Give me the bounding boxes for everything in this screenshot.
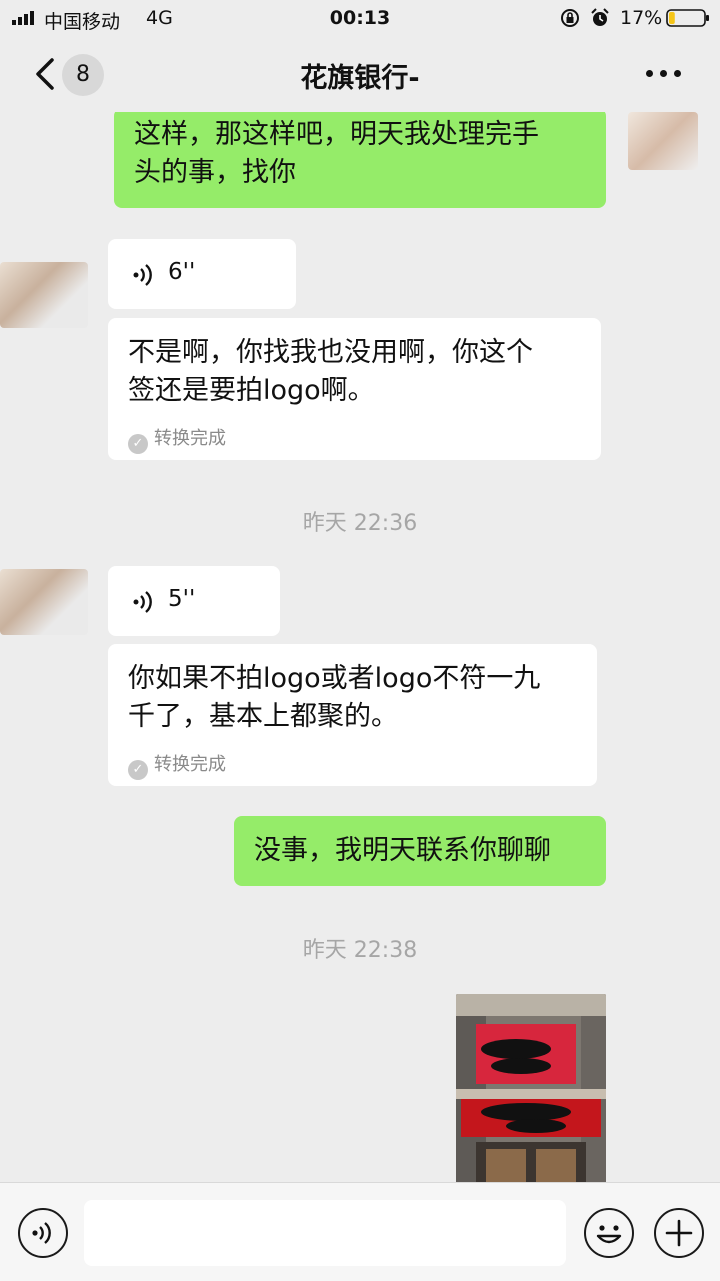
- contact-avatar[interactable]: [0, 262, 88, 328]
- rotation-lock-icon: [561, 9, 579, 27]
- my-avatar[interactable]: [628, 112, 698, 170]
- timestamp: 昨天 22:38: [302, 938, 418, 963]
- voice-wave-icon: [133, 264, 152, 286]
- timestamp: 昨天 22:36: [302, 511, 418, 536]
- conversion-status: ✓ 转换完成: [128, 746, 226, 784]
- message-line: 千了，基本上都聚的。: [128, 701, 398, 732]
- nav-bar: 8 花旗银行-: [0, 36, 720, 112]
- voice-input-icon[interactable]: [18, 1208, 68, 1258]
- battery-icon: [666, 9, 709, 27]
- plus-icon[interactable]: [654, 1208, 704, 1258]
- alarm-clock-icon: [591, 8, 609, 26]
- conversion-status: ✓ 转换完成: [128, 420, 226, 458]
- message-line: 签还是要拍logo啊。: [128, 375, 375, 406]
- contact-avatar[interactable]: [0, 569, 88, 635]
- chat-title: 花旗银行-: [300, 63, 420, 94]
- emoji-icon[interactable]: [584, 1208, 634, 1258]
- voice-message[interactable]: 6'': [108, 239, 296, 309]
- outgoing-message[interactable]: 这样，那这样吧，明天我处理完手 头的事，找你: [114, 112, 606, 208]
- storefront-photo: [456, 994, 606, 1182]
- outgoing-message[interactable]: 没事，我明天联系你聊聊: [234, 816, 606, 886]
- voice-transcript[interactable]: 不是啊，你找我也没用啊，你这个 签还是要拍logo啊。 ✓ 转换完成: [108, 318, 601, 460]
- chat-area[interactable]: 这样，那这样吧，明天我处理完手 头的事，找你 6'' 不是啊，你找我也没用啊，你…: [0, 112, 720, 1182]
- battery-percent: 17%: [620, 7, 663, 29]
- status-bar: 中国移动 4G 00:13 17%: [0, 0, 720, 36]
- voice-message[interactable]: 5'': [108, 566, 280, 636]
- message-line: 不是啊，你找我也没用啊，你这个: [128, 337, 533, 368]
- conversion-status-text: 转换完成: [154, 428, 226, 449]
- image-message[interactable]: [456, 994, 606, 1182]
- check-icon: ✓: [128, 760, 148, 780]
- message-line: 头的事，找你: [134, 157, 296, 188]
- voice-duration: 5'': [168, 586, 196, 612]
- voice-wave-icon: [133, 591, 152, 613]
- conversion-status-text: 转换完成: [154, 754, 226, 775]
- message-line: 没事，我明天联系你聊聊: [254, 835, 551, 866]
- voice-duration: 6'': [168, 259, 196, 285]
- voice-transcript[interactable]: 你如果不拍logo或者logo不符一九 千了，基本上都聚的。 ✓ 转换完成: [108, 644, 597, 786]
- status-time: 00:13: [329, 7, 391, 29]
- input-bar: [0, 1182, 720, 1281]
- more-dots-icon[interactable]: [644, 66, 684, 80]
- message-line: 你如果不拍logo或者logo不符一九: [128, 663, 541, 694]
- check-icon: ✓: [128, 434, 148, 454]
- message-input[interactable]: [84, 1200, 566, 1266]
- message-line: 这样，那这样吧，明天我处理完手: [134, 119, 539, 150]
